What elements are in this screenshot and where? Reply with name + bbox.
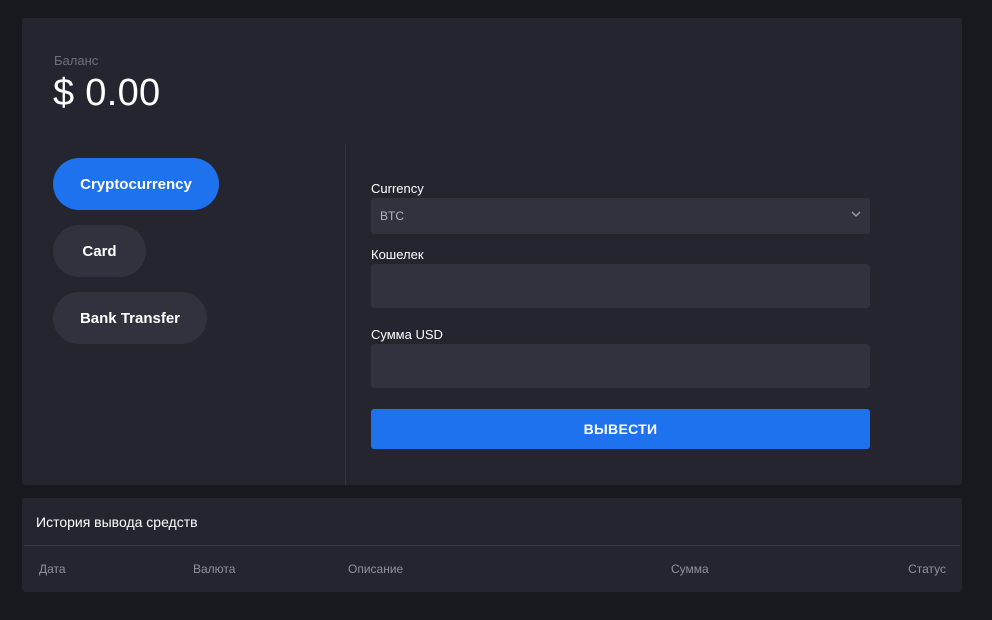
method-cryptocurrency-button[interactable]: Cryptocurrency — [53, 158, 219, 210]
vertical-divider — [345, 144, 346, 485]
method-card-button[interactable]: Card — [53, 225, 146, 277]
balance-label: Баланс — [54, 53, 99, 68]
column-header-currency: Валюта — [193, 562, 236, 576]
history-divider — [24, 545, 960, 546]
balance-value: $ 0.00 — [53, 72, 161, 114]
withdraw-panel: Баланс $ 0.00 Cryptocurrency Card Bank T… — [22, 18, 962, 485]
withdraw-button[interactable]: ВЫВЕСТИ — [371, 409, 870, 449]
amount-input[interactable] — [371, 344, 870, 388]
currency-select-value: BTC — [380, 209, 404, 223]
currency-select[interactable]: BTC — [371, 198, 870, 234]
history-title: История вывода средств — [36, 514, 198, 530]
chevron-down-icon — [851, 211, 861, 217]
wallet-label: Кошелек — [371, 247, 424, 262]
amount-label: Сумма USD — [371, 327, 443, 342]
method-bank-transfer-button[interactable]: Bank Transfer — [53, 292, 207, 344]
column-header-description: Описание — [348, 562, 404, 576]
column-header-date: Дата — [39, 562, 66, 576]
currency-label: Currency — [371, 181, 424, 196]
withdraw-history: История вывода средств Дата Валюта Описа… — [22, 498, 962, 592]
column-header-status: Статус — [908, 562, 946, 576]
wallet-input[interactable] — [371, 264, 870, 308]
column-header-amount: Сумма — [671, 562, 709, 576]
